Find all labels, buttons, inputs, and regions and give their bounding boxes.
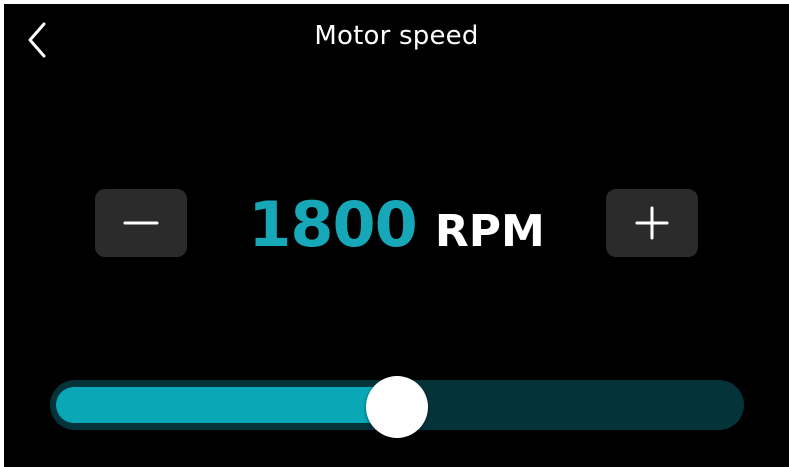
speed-slider[interactable]	[50, 376, 744, 438]
increase-speed-button[interactable]	[606, 189, 698, 257]
speed-unit: RPM	[434, 206, 545, 257]
speed-value: 1800	[248, 188, 418, 261]
page-title: Motor speed	[314, 21, 479, 51]
plus-icon	[635, 206, 669, 240]
motor-speed-screen: Motor speed 1800 RPM	[4, 4, 789, 467]
slider-fill	[56, 387, 397, 423]
slider-thumb[interactable]	[366, 376, 428, 438]
